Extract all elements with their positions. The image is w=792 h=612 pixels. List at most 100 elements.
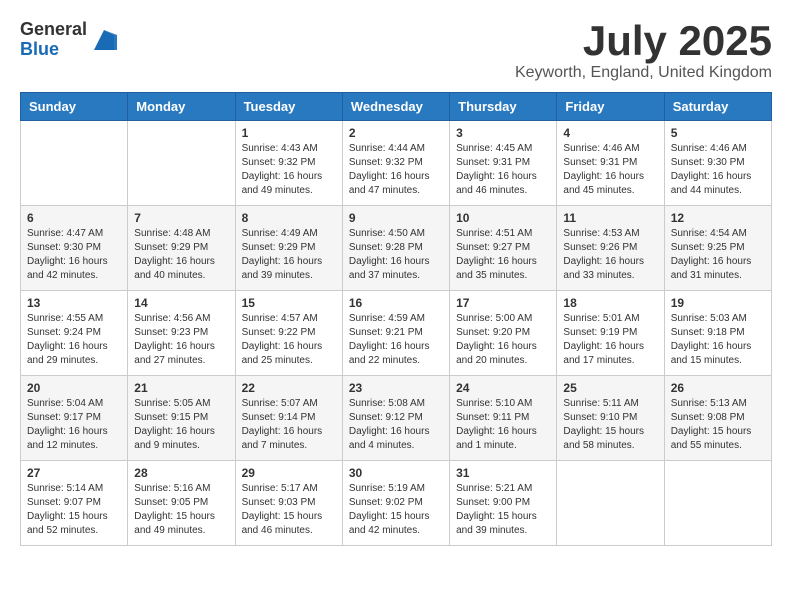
day-number: 2 (349, 126, 443, 140)
day-info: Sunrise: 4:43 AM Sunset: 9:32 PM Dayligh… (242, 142, 336, 198)
day-number: 1 (242, 126, 336, 140)
calendar-cell: 7 Sunrise: 4:48 AM Sunset: 9:29 PM Daylig… (128, 206, 235, 291)
day-number: 25 (563, 381, 657, 395)
day-info: Sunrise: 4:50 AM Sunset: 9:28 PM Dayligh… (349, 227, 443, 283)
calendar-cell: 11Sunrise: 4:53 AM Sunset: 9:26 PM Dayli… (557, 206, 664, 291)
day-info: Sunrise: 4:56 AM Sunset: 9:23 PM Dayligh… (134, 312, 228, 368)
day-number: 7 (134, 211, 228, 225)
calendar-cell (21, 121, 128, 206)
page-header: General Blue July 2025 Keyworth, England… (20, 20, 772, 82)
day-number: 13 (27, 296, 121, 310)
day-number: 28 (134, 466, 228, 480)
calendar-cell: 28 Sunrise: 5:16 AM Sunset: 9:05 PM Dayli… (128, 461, 235, 546)
calendar-cell: 30 Sunrise: 5:19 AM Sunset: 9:02 PM Dayli… (342, 461, 449, 546)
day-number: 12 (671, 211, 765, 225)
week-row-3: 13 Sunrise: 4:55 AM Sunset: 9:24 PM Dayli… (21, 291, 772, 376)
day-number: 26 (671, 381, 765, 395)
day-info: Sunrise: 4:55 AM Sunset: 9:24 PM Dayligh… (27, 312, 121, 368)
day-number: 16 (349, 296, 443, 310)
calendar-cell: 27 Sunrise: 5:14 AM Sunset: 9:07 PM Dayli… (21, 461, 128, 546)
day-number: 8 (242, 211, 336, 225)
day-header-monday: Monday (128, 93, 235, 121)
day-header-sunday: Sunday (21, 93, 128, 121)
calendar-cell: 22Sunrise: 5:07 AM Sunset: 9:14 PM Dayli… (235, 376, 342, 461)
calendar-cell: 19 Sunrise: 5:03 AM Sunset: 9:18 PM Dayli… (664, 291, 771, 376)
day-info: Sunrise: 4:54 AM Sunset: 9:25 PM Dayligh… (671, 227, 765, 283)
logo-general-text: General (20, 20, 87, 40)
calendar-cell (557, 461, 664, 546)
day-info: Sunrise: 5:17 AM Sunset: 9:03 PM Dayligh… (242, 482, 336, 538)
logo-blue-text: Blue (20, 40, 87, 60)
day-info: Sunrise: 4:47 AM Sunset: 9:30 PM Dayligh… (27, 227, 121, 283)
day-header-friday: Friday (557, 93, 664, 121)
calendar-cell: 18 Sunrise: 5:01 AM Sunset: 9:19 PM Dayli… (557, 291, 664, 376)
day-info: Sunrise: 5:08 AM Sunset: 9:12 PM Dayligh… (349, 397, 443, 453)
day-number: 23 (349, 381, 443, 395)
day-number: 6 (27, 211, 121, 225)
logo-icon (89, 25, 119, 55)
day-number: 9 (349, 211, 443, 225)
day-info: Sunrise: 4:53 AM Sunset: 9:26 PM Dayligh… (563, 227, 657, 283)
day-info: Sunrise: 4:46 AM Sunset: 9:30 PM Dayligh… (671, 142, 765, 198)
day-info: Sunrise: 4:44 AM Sunset: 9:32 PM Dayligh… (349, 142, 443, 198)
calendar-cell: 5Sunrise: 4:46 AM Sunset: 9:30 PM Daylig… (664, 121, 771, 206)
calendar-cell: 10Sunrise: 4:51 AM Sunset: 9:27 PM Dayli… (450, 206, 557, 291)
calendar-cell: 26 Sunrise: 5:13 AM Sunset: 9:08 PM Dayli… (664, 376, 771, 461)
day-info: Sunrise: 5:21 AM Sunset: 9:00 PM Dayligh… (456, 482, 550, 538)
calendar-cell: 2 Sunrise: 4:44 AM Sunset: 9:32 PM Daylig… (342, 121, 449, 206)
month-title: July 2025 (515, 20, 772, 62)
calendar-table: SundayMondayTuesdayWednesdayThursdayFrid… (20, 92, 772, 546)
day-info: Sunrise: 5:19 AM Sunset: 9:02 PM Dayligh… (349, 482, 443, 538)
day-info: Sunrise: 5:11 AM Sunset: 9:10 PM Dayligh… (563, 397, 657, 453)
day-header-tuesday: Tuesday (235, 93, 342, 121)
day-header-thursday: Thursday (450, 93, 557, 121)
calendar-cell: 16 Sunrise: 4:59 AM Sunset: 9:21 PM Dayli… (342, 291, 449, 376)
calendar-cell: 24 Sunrise: 5:10 AM Sunset: 9:11 PM Dayli… (450, 376, 557, 461)
day-number: 21 (134, 381, 228, 395)
day-info: Sunrise: 5:14 AM Sunset: 9:07 PM Dayligh… (27, 482, 121, 538)
day-number: 14 (134, 296, 228, 310)
day-info: Sunrise: 4:59 AM Sunset: 9:21 PM Dayligh… (349, 312, 443, 368)
day-number: 31 (456, 466, 550, 480)
day-info: Sunrise: 5:03 AM Sunset: 9:18 PM Dayligh… (671, 312, 765, 368)
day-number: 4 (563, 126, 657, 140)
logo: General Blue (20, 20, 119, 60)
day-info: Sunrise: 5:01 AM Sunset: 9:19 PM Dayligh… (563, 312, 657, 368)
day-number: 15 (242, 296, 336, 310)
calendar-cell: 9 Sunrise: 4:50 AM Sunset: 9:28 PM Daylig… (342, 206, 449, 291)
day-number: 27 (27, 466, 121, 480)
day-info: Sunrise: 4:45 AM Sunset: 9:31 PM Dayligh… (456, 142, 550, 198)
day-header-saturday: Saturday (664, 93, 771, 121)
day-number: 10 (456, 211, 550, 225)
day-info: Sunrise: 5:13 AM Sunset: 9:08 PM Dayligh… (671, 397, 765, 453)
day-info: Sunrise: 5:16 AM Sunset: 9:05 PM Dayligh… (134, 482, 228, 538)
day-number: 19 (671, 296, 765, 310)
day-info: Sunrise: 5:04 AM Sunset: 9:17 PM Dayligh… (27, 397, 121, 453)
calendar-cell: 3Sunrise: 4:45 AM Sunset: 9:31 PM Daylig… (450, 121, 557, 206)
day-number: 18 (563, 296, 657, 310)
calendar-cell: 20 Sunrise: 5:04 AM Sunset: 9:17 PM Dayli… (21, 376, 128, 461)
day-number: 17 (456, 296, 550, 310)
calendar-cell: 6 Sunrise: 4:47 AM Sunset: 9:30 PM Daylig… (21, 206, 128, 291)
day-number: 30 (349, 466, 443, 480)
calendar-cell: 8 Sunrise: 4:49 AM Sunset: 9:29 PM Daylig… (235, 206, 342, 291)
days-header-row: SundayMondayTuesdayWednesdayThursdayFrid… (21, 93, 772, 121)
week-row-4: 20 Sunrise: 5:04 AM Sunset: 9:17 PM Dayli… (21, 376, 772, 461)
day-info: Sunrise: 5:10 AM Sunset: 9:11 PM Dayligh… (456, 397, 550, 453)
calendar-cell: 12 Sunrise: 4:54 AM Sunset: 9:25 PM Dayli… (664, 206, 771, 291)
calendar-cell: 14 Sunrise: 4:56 AM Sunset: 9:23 PM Dayli… (128, 291, 235, 376)
calendar-cell (128, 121, 235, 206)
calendar-cell: 23 Sunrise: 5:08 AM Sunset: 9:12 PM Dayli… (342, 376, 449, 461)
day-number: 24 (456, 381, 550, 395)
day-header-wednesday: Wednesday (342, 93, 449, 121)
location-text: Keyworth, England, United Kingdom (515, 64, 772, 82)
calendar-cell: 31 Sunrise: 5:21 AM Sunset: 9:00 PM Dayli… (450, 461, 557, 546)
day-info: Sunrise: 4:49 AM Sunset: 9:29 PM Dayligh… (242, 227, 336, 283)
week-row-1: 1 Sunrise: 4:43 AM Sunset: 9:32 PM Daylig… (21, 121, 772, 206)
day-info: Sunrise: 4:48 AM Sunset: 9:29 PM Dayligh… (134, 227, 228, 283)
day-number: 29 (242, 466, 336, 480)
calendar-cell: 17 Sunrise: 5:00 AM Sunset: 9:20 PM Dayli… (450, 291, 557, 376)
week-row-2: 6 Sunrise: 4:47 AM Sunset: 9:30 PM Daylig… (21, 206, 772, 291)
day-info: Sunrise: 5:00 AM Sunset: 9:20 PM Dayligh… (456, 312, 550, 368)
day-number: 20 (27, 381, 121, 395)
